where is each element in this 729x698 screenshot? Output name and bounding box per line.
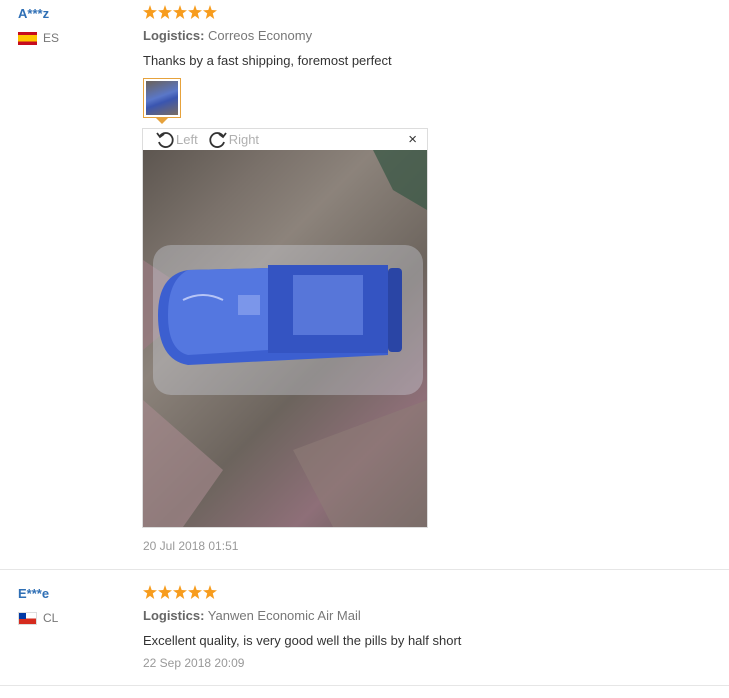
star-icon xyxy=(203,585,217,599)
rotate-left-label: Left xyxy=(176,132,198,147)
rotate-left-icon xyxy=(156,131,174,148)
reviewer-name[interactable]: A***z xyxy=(18,6,49,21)
reviewer-country: CL xyxy=(18,611,58,625)
logistics-label: Logistics: xyxy=(143,608,205,623)
logistics-value: Correos Economy xyxy=(208,28,313,43)
spain-flag-icon xyxy=(18,31,37,45)
star-icon xyxy=(143,585,157,599)
review-item: E***e CL Logistics: Yanwen Economic Air … xyxy=(0,570,729,686)
star-icon xyxy=(158,585,172,599)
logistics-info: Logistics: Yanwen Economic Air Mail xyxy=(143,608,361,623)
star-rating xyxy=(143,585,217,599)
star-icon xyxy=(143,5,157,19)
rotate-right-label: Right xyxy=(228,132,260,147)
thumbnail-pointer xyxy=(156,118,168,124)
review-text: Excellent quality, is very good well the… xyxy=(143,633,462,648)
star-icon xyxy=(158,5,172,19)
star-icon xyxy=(188,5,202,19)
viewer-toolbar: Left Right × xyxy=(143,129,427,150)
review-divider xyxy=(0,685,729,686)
review-item: A***z ES Logistics: Correos Economy Than… xyxy=(0,0,729,570)
rotate-left-button[interactable]: Left xyxy=(155,130,198,150)
reviewer-country: ES xyxy=(18,31,59,45)
reviewer-name[interactable]: E***e xyxy=(18,586,49,601)
country-code: CL xyxy=(43,611,59,625)
star-icon xyxy=(188,585,202,599)
close-viewer-button[interactable]: × xyxy=(408,132,417,147)
review-photo xyxy=(143,150,427,527)
logistics-label: Logistics: xyxy=(143,28,205,43)
logistics-info: Logistics: Correos Economy xyxy=(143,28,312,43)
star-rating xyxy=(143,5,217,19)
star-icon xyxy=(203,5,217,19)
star-icon xyxy=(173,5,187,19)
logistics-value: Yanwen Economic Air Mail xyxy=(207,608,361,623)
review-photo-thumbnail[interactable] xyxy=(143,78,181,118)
country-code: ES xyxy=(43,31,60,45)
review-date: 22 Sep 2018 20:09 xyxy=(143,656,245,670)
review-text: Thanks by a fast shipping, foremost perf… xyxy=(143,53,392,68)
rotate-right-button[interactable]: Right xyxy=(208,130,259,150)
review-date: 20 Jul 2018 01:51 xyxy=(143,539,239,553)
pill-box-image xyxy=(143,150,427,527)
chile-flag-icon xyxy=(18,611,37,625)
rotate-right-icon xyxy=(209,131,227,148)
photo-viewer: Left Right × xyxy=(142,128,428,528)
thumbnail-image xyxy=(146,81,178,115)
star-icon xyxy=(173,585,187,599)
